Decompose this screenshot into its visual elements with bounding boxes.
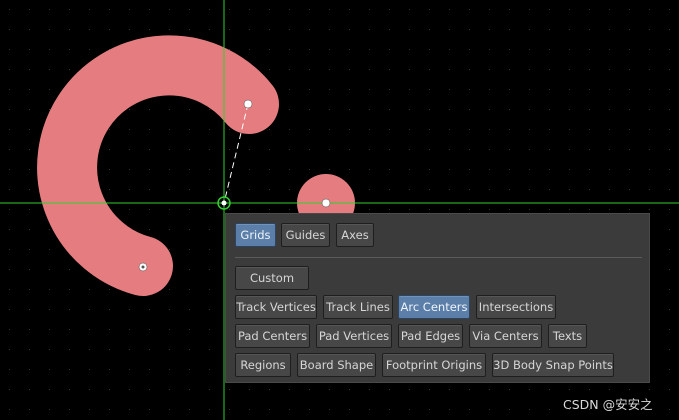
snap-intersections[interactable]: Intersections <box>476 295 556 319</box>
snap-pad-vertices[interactable]: Pad Vertices <box>316 324 392 348</box>
snap-regions[interactable]: Regions <box>235 353 291 377</box>
arc-start-vertex-dot <box>141 265 145 269</box>
custom-button[interactable]: Custom <box>235 266 309 290</box>
snap-pad-edges[interactable]: Pad Edges <box>398 324 463 348</box>
snap-track-lines[interactable]: Track Lines <box>323 295 393 319</box>
snap-3d-body-snap-points[interactable]: 3D Body Snap Points <box>492 353 614 377</box>
snap-texts[interactable]: Texts <box>548 324 587 348</box>
snap-track-vertices[interactable]: Track Vertices <box>235 295 317 319</box>
snap-via-centers[interactable]: Via Centers <box>469 324 542 348</box>
watermark: CSDN @安安之 <box>563 397 653 412</box>
snap-pad-centers[interactable]: Pad Centers <box>235 324 310 348</box>
tab-axes[interactable]: Axes <box>336 223 374 247</box>
tab-guides[interactable]: Guides <box>281 223 330 247</box>
tab-grids[interactable]: Grids <box>235 223 276 247</box>
snap-footprint-origins[interactable]: Footprint Origins <box>382 353 486 377</box>
panel-divider <box>235 257 642 258</box>
arc-end-vertex[interactable] <box>243 99 253 109</box>
snap-arc-centers[interactable]: Arc Centers <box>398 295 470 319</box>
snap-options-panel: Grids Guides Axes Custom Track Vertices … <box>225 213 650 383</box>
arc-center-point <box>221 200 227 206</box>
stub-center-vertex[interactable] <box>321 198 331 208</box>
snap-board-shape[interactable]: Board Shape <box>297 353 376 377</box>
